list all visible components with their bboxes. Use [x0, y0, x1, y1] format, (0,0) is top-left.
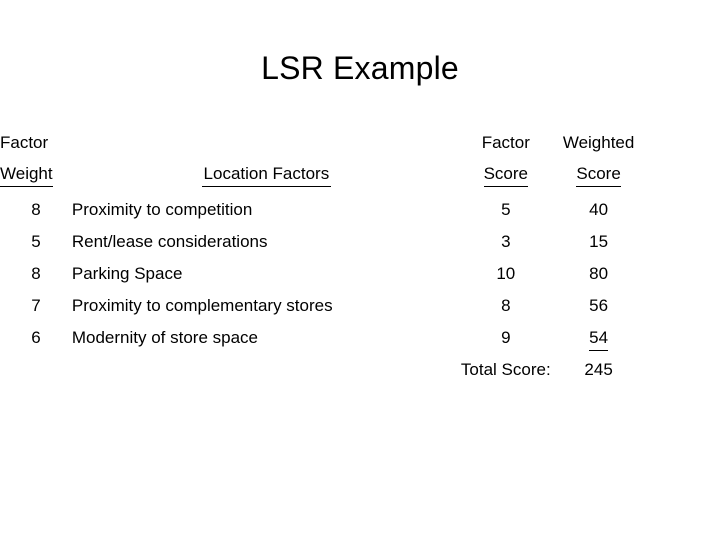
cell-weight: 8 — [31, 200, 41, 219]
header-weight-line1: Factor — [0, 133, 49, 152]
slide-canvas: LSR Example Factor Factor Weighted Weigh… — [0, 0, 720, 540]
cell-weighted: 40 — [589, 200, 609, 219]
row-right-pad — [647, 258, 720, 290]
cell-factor: Proximity to competition — [71, 200, 253, 219]
header-weighted-score-line2: Score — [576, 163, 621, 187]
row-right-pad — [647, 322, 720, 354]
table-row: 8 Parking Space 10 80 — [0, 258, 720, 290]
row-right-pad — [647, 194, 720, 226]
header-location-factors: Location Factors — [201, 163, 332, 187]
table-header-row-bottom: Weight Location Factors Score Score — [0, 158, 720, 190]
cell-score: 10 — [496, 264, 516, 283]
cell-factor: Rent/lease considerations — [71, 232, 268, 251]
cell-weighted-last: 54 — [551, 322, 647, 354]
cell-factor: Parking Space — [71, 264, 183, 283]
row-right-pad — [647, 290, 720, 322]
page-title: LSR Example — [261, 50, 459, 86]
cell-score: 8 — [501, 296, 511, 315]
total-score-label: Total Score: — [460, 360, 551, 379]
lsr-scoring-table: Factor Factor Weighted Weight Location F… — [0, 128, 720, 386]
header-weighted-score-cell: Score — [551, 158, 647, 190]
cell-factor: Modernity of store space — [71, 328, 259, 347]
total-pad-factor — [72, 354, 461, 386]
total-score-value: 245 — [584, 360, 613, 379]
cell-weight: 7 — [31, 296, 41, 315]
cell-weighted: 15 — [589, 232, 609, 251]
total-right-pad — [647, 354, 720, 386]
table-row: 5 Rent/lease considerations 3 15 — [0, 226, 720, 258]
header-factors-cell: Location Factors — [72, 158, 461, 190]
cell-score: 3 — [501, 232, 511, 251]
header-factor-score-line1: Factor — [481, 133, 530, 152]
header-factor-score-cell: Score — [461, 158, 551, 190]
total-pad-weight — [0, 354, 72, 386]
table-row: 8 Proximity to competition 5 40 — [0, 194, 720, 226]
header-weighted-score-line1: Weighted — [562, 133, 635, 152]
cell-weight: 5 — [31, 232, 41, 251]
cell-weight: 8 — [31, 264, 41, 283]
header-factor-score-line2: Score — [483, 163, 529, 187]
table-total-row: Total Score: 245 — [0, 354, 720, 386]
cell-weighted: 56 — [589, 296, 609, 315]
cell-weight: 6 — [31, 328, 41, 347]
cell-score: 9 — [501, 328, 511, 347]
header-weight-cell: Weight — [0, 158, 72, 190]
table-row: 6 Modernity of store space 9 54 — [0, 322, 720, 354]
cell-weighted: 80 — [589, 264, 609, 283]
header-factors-spacer — [72, 128, 461, 158]
cell-factor: Proximity to complementary stores — [71, 296, 333, 315]
row-right-pad — [647, 226, 720, 258]
table-row: 7 Proximity to complementary stores 8 56 — [0, 290, 720, 322]
table-header-row-top: Factor Factor Weighted — [0, 128, 720, 158]
header-right-pad-2 — [647, 158, 720, 190]
cell-score: 5 — [501, 200, 511, 219]
cell-weighted-underlined: 54 — [589, 327, 609, 351]
header-weight-line2: Weight — [0, 163, 53, 187]
header-right-pad — [647, 128, 720, 158]
